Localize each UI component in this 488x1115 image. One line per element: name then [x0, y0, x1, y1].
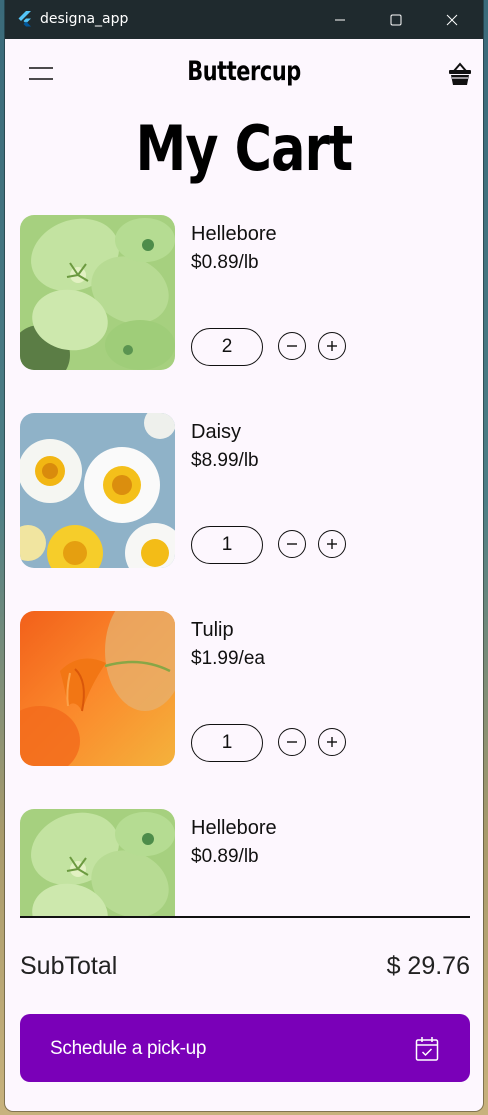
maximize-button[interactable]: [373, 0, 419, 39]
decrease-quantity-button[interactable]: [278, 530, 306, 558]
decrease-quantity-button[interactable]: [278, 728, 306, 756]
shopping-basket-icon[interactable]: [447, 61, 473, 87]
plus-icon: [327, 539, 337, 549]
item-name: Hellebore: [191, 223, 277, 245]
quantity-field[interactable]: 1: [191, 526, 263, 564]
item-name: Daisy: [191, 421, 242, 443]
product-image: [20, 215, 175, 370]
decrease-quantity-button[interactable]: [278, 332, 306, 360]
item-price: $0.89/lb: [191, 252, 259, 273]
increase-quantity-button[interactable]: [318, 530, 346, 558]
increase-quantity-button[interactable]: [318, 332, 346, 360]
window-titlebar[interactable]: designa_app: [5, 0, 483, 39]
item-price: $0.89/lb: [191, 846, 259, 867]
minus-icon: [287, 741, 297, 743]
subtotal-value: $ 29.76: [386, 952, 470, 980]
item-price: $1.99/ea: [191, 648, 265, 669]
page-title: My Cart: [135, 112, 354, 185]
product-image: [20, 413, 175, 568]
cart-item: Hellebore $0.89/lb: [5, 809, 483, 916]
plus-icon: [327, 341, 337, 351]
quantity-field[interactable]: 2: [191, 328, 263, 366]
cart-list[interactable]: Hellebore $0.89/lb 2 Daisy $8.99/lb 1 Tu…: [5, 215, 483, 916]
maximize-icon: [390, 14, 402, 26]
minimize-button[interactable]: [317, 0, 363, 39]
minus-icon: [287, 543, 297, 545]
app-window: designa_app Buttercup My Cart Hellebore …: [5, 0, 483, 1111]
cart-item: Daisy $8.99/lb 1: [5, 413, 483, 573]
schedule-pickup-label: Schedule a pick-up: [50, 1038, 207, 1059]
item-name: Tulip: [191, 619, 234, 641]
brand-title: Buttercup: [187, 56, 301, 87]
minus-icon: [287, 345, 297, 347]
window-title: designa_app: [40, 11, 129, 27]
item-name: Hellebore: [191, 817, 277, 839]
quantity-field[interactable]: 1: [191, 724, 263, 762]
plus-icon: [327, 737, 337, 747]
cart-item: Hellebore $0.89/lb 2: [5, 215, 483, 375]
minimize-icon: [335, 19, 345, 21]
close-button[interactable]: [429, 0, 475, 39]
flutter-logo-icon: [18, 11, 31, 27]
close-icon: [446, 14, 458, 26]
increase-quantity-button[interactable]: [318, 728, 346, 756]
subtotal-label: SubTotal: [20, 952, 118, 980]
schedule-pickup-button[interactable]: Schedule a pick-up: [20, 1014, 470, 1082]
item-price: $8.99/lb: [191, 450, 259, 471]
product-image: [20, 809, 175, 916]
product-image: [20, 611, 175, 766]
cart-item: Tulip $1.99/ea 1: [5, 611, 483, 771]
calendar-check-icon: [415, 1037, 439, 1061]
divider: [20, 916, 470, 918]
